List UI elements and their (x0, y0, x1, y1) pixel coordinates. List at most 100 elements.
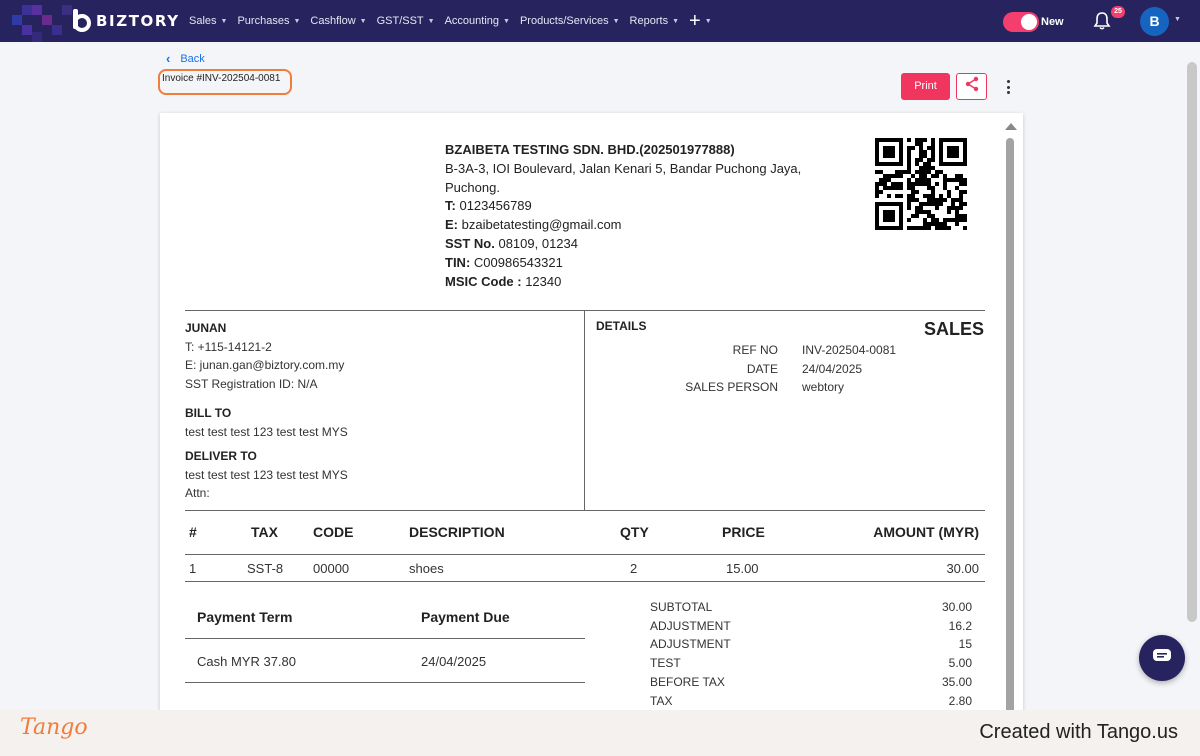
biztory-logo-icon (70, 9, 92, 33)
totals-row: ADJUSTMENT 15 (650, 635, 972, 654)
divider (185, 682, 585, 683)
scroll-up-icon[interactable] (1005, 123, 1017, 130)
totals-row: SUBTOTAL 30.00 (650, 598, 972, 617)
menu-label: Reports (629, 15, 669, 27)
totals-row: ADJUSTMENT 16.2 (650, 617, 972, 636)
chat-icon (1152, 648, 1172, 669)
menu-products-services[interactable]: Products/Services ▼ (520, 15, 620, 27)
divider (185, 310, 985, 311)
cell-tax: SST-8 (247, 561, 284, 576)
document-type: SALES (923, 319, 984, 339)
totals-row: TEST 5.00 (650, 654, 972, 673)
chevron-down-icon: ▼ (293, 17, 301, 25)
details-row: SALES PERSON webtory (660, 378, 896, 397)
avatar[interactable]: B (1140, 7, 1169, 36)
payment-due-label: Payment Due (421, 609, 510, 625)
col-price: PRICE (722, 524, 765, 540)
deliver-to-label: DELIVER TO (185, 449, 257, 463)
company-address-line2: Puchong. (445, 179, 500, 195)
company-email-row: E: bzaibetatesting@gmail.com (445, 216, 801, 235)
company-info: BZAIBETA TESTING SDN. BHD.(202501977888)… (445, 141, 801, 291)
customer-name: JUNAN (185, 321, 227, 335)
col-tax: TAX (251, 524, 278, 540)
document-scrollbar[interactable] (1004, 123, 1018, 713)
col-code: CODE (313, 524, 354, 540)
back-link[interactable]: ‹ Back (166, 51, 205, 66)
totals-label: TEST (650, 656, 681, 671)
totals-value: 15 (958, 637, 972, 652)
company-tin-row: TIN: C00986543321 (445, 254, 801, 273)
menu-accounting[interactable]: Accounting ▼ (445, 15, 510, 27)
customer-phone: T: +115-14121-2 (185, 339, 272, 354)
customer-email: E: junan.gan@biztory.com.my (185, 358, 345, 372)
main-menu: Sales ▼ Purchases ▼ Cashflow ▼ GST/SST ▼ Acc… (189, 0, 722, 42)
company-sst-row: SST No. 08109, 01234 (445, 235, 801, 254)
divider (584, 310, 585, 510)
chevron-down-icon: ▼ (359, 17, 367, 25)
payment-term: Cash MYR 37.80 (197, 654, 296, 669)
menu-gst-sst[interactable]: GST/SST ▼ (377, 15, 435, 27)
tango-logo: Tango (20, 715, 88, 740)
company-email-label: E: (445, 217, 458, 233)
bell-icon[interactable] (1092, 11, 1112, 31)
company-msic-label: MSIC Code : (445, 273, 522, 289)
col-qty: QTY (620, 524, 649, 540)
customer-info: JUNAN T: +115-14121-2 E: junan.gan@bizto… (185, 319, 344, 393)
totals-value: 30.00 (941, 600, 972, 614)
new-ui-toggle[interactable] (1003, 12, 1039, 32)
details-key: DATE (746, 361, 778, 376)
bill-to-address: test test test 123 test test MYS (185, 424, 348, 439)
invoice-document: BZAIBETA TESTING SDN. BHD.(202501977888)… (160, 113, 1023, 713)
menu-purchases[interactable]: Purchases ▼ (237, 15, 300, 27)
totals-label: SUBTOTAL (650, 600, 713, 614)
menu-label: Accounting (444, 15, 500, 27)
biztory-logo[interactable]: BIZTORY (70, 9, 180, 33)
more-options-icon[interactable] (1001, 77, 1015, 97)
col-description: DESCRIPTION (409, 524, 505, 540)
back-label: Back (180, 52, 205, 65)
toggle-knob (1021, 14, 1037, 30)
menu-quick-add[interactable]: + ▼ (689, 11, 712, 31)
customer-sst: SST Registration ID: N/A (185, 376, 318, 391)
menu-label: Purchases (237, 15, 290, 27)
company-phone: 0123456789 (459, 198, 532, 214)
deliver-to-address: test test test 123 test test MYS (185, 467, 348, 482)
cell-num: 1 (189, 561, 197, 576)
chevron-down-icon[interactable]: ▼ (1174, 16, 1181, 23)
divider (185, 554, 985, 555)
details-value: 24/04/2025 (802, 361, 863, 376)
scrollbar-thumb[interactable] (1006, 138, 1014, 713)
menu-sales[interactable]: Sales ▼ (189, 15, 227, 27)
deliver-to-block: DELIVER TO test test test 123 test test … (185, 447, 348, 503)
brand-name: BIZTORY (96, 12, 180, 30)
page-title: Invoice #INV-202504-0081 (162, 73, 281, 84)
totals-label: TAX (650, 693, 673, 708)
menu-reports[interactable]: Reports ▼ (630, 15, 679, 27)
company-phone-row: T: 0123456789 (445, 197, 801, 216)
share-button[interactable] (956, 73, 987, 100)
bill-to-label: BILL TO (185, 406, 232, 420)
menu-cashflow[interactable]: Cashflow ▼ (310, 15, 366, 27)
menu-label: Cashflow (310, 15, 356, 27)
company-address-line1: B-3A-3, IOI Boulevard, Jalan Kenari 5, B… (445, 160, 802, 176)
menu-label: GST/SST (376, 15, 424, 27)
chevron-left-icon: ‹ (166, 51, 171, 66)
totals-label: BEFORE TAX (650, 674, 725, 689)
toggle-label: New (1041, 16, 1064, 28)
chevron-down-icon: ▼ (220, 17, 228, 25)
details-row: DATE 24/04/2025 (660, 360, 896, 379)
totals-label: ADJUSTMENT (650, 637, 731, 652)
chevron-down-icon: ▼ (704, 17, 712, 25)
chevron-down-icon: ▼ (427, 17, 435, 25)
chat-button[interactable] (1139, 635, 1185, 681)
cell-qty: 2 (630, 561, 638, 576)
menu-label: Products/Services (519, 15, 609, 27)
cell-code: 00000 (313, 561, 350, 576)
print-button[interactable]: Print (901, 73, 950, 100)
page-scrollbar[interactable] (1187, 62, 1197, 622)
details-key: SALES PERSON (685, 380, 778, 394)
details-value: INV-202504-0081 (802, 343, 897, 357)
payment-due: 24/04/2025 (421, 654, 487, 669)
qr-code (875, 138, 967, 230)
chevron-down-icon: ▼ (612, 17, 620, 25)
